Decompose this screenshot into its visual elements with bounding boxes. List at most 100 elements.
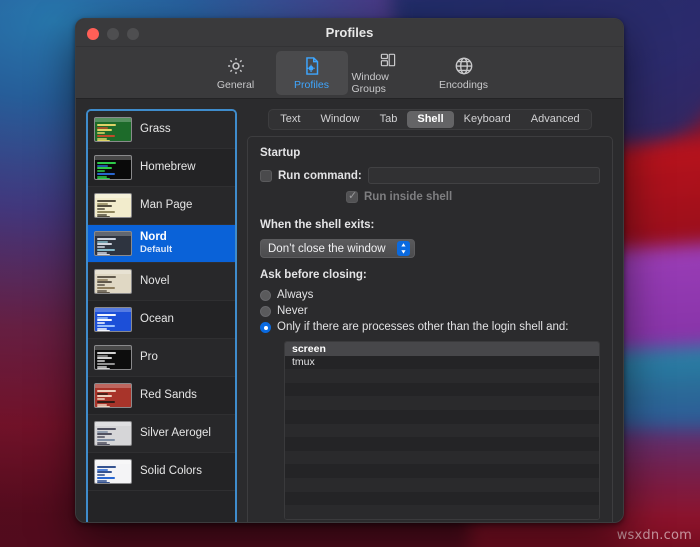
tab-shell[interactable]: Shell [407, 111, 454, 128]
startup-group-label: Startup [260, 147, 301, 159]
process-list[interactable]: screen tmux [284, 341, 600, 520]
process-list-empty-row[interactable] [285, 464, 599, 478]
toolbar-item-window-groups[interactable]: Window Groups [352, 51, 424, 95]
profiles-list-scroll[interactable]: Grass Homebrew Man Page Nord Default Novel Oce… [88, 111, 235, 522]
profile-name: Novel [140, 274, 170, 287]
profile-row[interactable]: Silver Aerogel [88, 415, 235, 453]
profile-name: Pro [140, 350, 158, 363]
process-list-empty-row[interactable] [285, 410, 599, 424]
profile-name: Nord [140, 231, 167, 244]
process-list-item[interactable]: screen [285, 342, 599, 356]
profile-thumbnail [94, 231, 132, 256]
globe-icon [455, 57, 472, 74]
toolbar-item-general[interactable]: General [200, 51, 272, 95]
process-list-empty-row[interactable] [285, 477, 599, 492]
tab-text[interactable]: Text [270, 111, 310, 128]
chevron-updown-icon: ▲ ▼ [397, 241, 410, 256]
run-command-input[interactable] [367, 167, 600, 184]
shell-exits-selected-value: Don’t close the window [268, 242, 386, 255]
process-list-empty-row[interactable] [285, 505, 599, 519]
profiles-preferences-window: Profiles General Profiles Window Groups … [75, 18, 624, 523]
profile-row[interactable]: Novel [88, 263, 235, 301]
profile-row[interactable]: Red Sands [88, 377, 235, 415]
profile-text: Novel [140, 275, 169, 288]
profile-text: Pro [140, 351, 158, 364]
run-command-label: Run command: [278, 169, 362, 182]
ask-before-closing-option[interactable]: Only if there are processes other than t… [260, 321, 600, 333]
profile-thumbnail [94, 345, 132, 370]
profile-row[interactable]: Grass [88, 111, 235, 149]
profile-settings-pane: Text Window Tab Shell Keyboard Advanced Start… [247, 109, 613, 522]
run-inside-shell-label: Run inside shell [364, 191, 453, 203]
gear-icon [227, 57, 244, 74]
process-list-empty-row[interactable] [285, 450, 599, 465]
process-list-empty-row[interactable] [285, 423, 599, 438]
profile-default-badge: Default [140, 243, 173, 255]
toolbar-label-profiles: Profiles [293, 78, 329, 91]
window-titlebar: Profiles [76, 19, 623, 47]
process-list-item[interactable]: tmux [285, 356, 599, 370]
profile-thumbnail [94, 117, 132, 142]
profile-text: Solid Colors [140, 465, 202, 478]
radio-button[interactable] [260, 289, 271, 301]
profile-name: Man Page [140, 198, 193, 211]
profile-thumbnail [94, 421, 132, 446]
profile-text: Man Page [140, 199, 192, 212]
tab-keyboard[interactable]: Keyboard [454, 111, 521, 128]
process-list-empty-row[interactable] [285, 396, 599, 410]
tab-window[interactable]: Window [310, 111, 369, 128]
profile-name: Ocean [140, 312, 174, 325]
toolbar-item-encodings[interactable]: Encodings [428, 51, 500, 95]
profile-thumbnail [94, 383, 132, 408]
radio-button[interactable] [260, 321, 271, 333]
settings-tabs[interactable]: Text Window Tab Shell Keyboard Advanced [268, 109, 592, 130]
radio-label: Only if there are processes other than t… [277, 321, 569, 333]
ask-before-closing-group-label: Ask before closing: [260, 269, 367, 281]
profile-name: Silver Aerogel [140, 426, 211, 439]
profile-text: Silver Aerogel [140, 427, 211, 440]
process-list-empty-row[interactable] [285, 383, 599, 397]
preferences-toolbar: General Profiles Window Groups Encodings [76, 47, 623, 99]
profile-row[interactable]: Pro [88, 339, 235, 377]
profile-name: Red Sands [140, 388, 197, 401]
profile-row[interactable]: Man Page [88, 187, 235, 225]
profiles-list[interactable]: Grass Homebrew Man Page Nord Default Novel Oce… [86, 109, 237, 522]
profile-thumbnail [94, 155, 132, 180]
process-list-empty-row[interactable] [285, 369, 599, 383]
shell-settings-panel: Startup Run command: Run inside shell Wh… [247, 136, 613, 522]
window-title: Profiles [325, 25, 374, 40]
run-inside-shell-row: Run inside shell [260, 189, 600, 203]
toolbar-label-encodings: Encodings [438, 78, 489, 91]
tab-advanced[interactable]: Advanced [521, 111, 590, 128]
shell-exits-dropdown[interactable]: Don’t close the window ▲ ▼ [260, 239, 415, 258]
profile-row[interactable]: Solid Colors [88, 453, 235, 491]
profile-thumbnail [94, 193, 132, 218]
process-rows[interactable]: screen tmux [285, 342, 599, 519]
profile-row[interactable]: Ocean [88, 301, 235, 339]
profile-thumbnail [94, 269, 132, 294]
process-list-empty-row[interactable] [285, 492, 599, 506]
profile-row[interactable]: Homebrew [88, 149, 235, 187]
shell-exits-group-label: When the shell exits: [260, 219, 375, 231]
toolbar-item-profiles[interactable]: Profiles [275, 50, 348, 95]
run-command-row: Run command: [260, 167, 600, 184]
run-inside-shell-checkbox [346, 189, 358, 203]
profile-thumbnail [94, 307, 132, 332]
profile-text: Nord Default [140, 231, 172, 255]
profile-row[interactable]: Nord Default [88, 225, 235, 263]
tab-tab[interactable]: Tab [370, 111, 408, 128]
profiles-sidebar: Grass Homebrew Man Page Nord Default Novel Oce… [86, 109, 237, 522]
profile-text: Red Sands [140, 389, 197, 402]
ask-before-closing-option[interactable]: Never [260, 305, 600, 317]
radio-label: Always [277, 289, 314, 301]
toolbar-label-window-groups: Window Groups [351, 70, 389, 95]
radio-label: Never [277, 305, 308, 317]
profile-name: Homebrew [140, 160, 196, 173]
ask-before-closing-option[interactable]: Always [260, 289, 600, 301]
site-watermark: wsxdn.com [616, 528, 692, 543]
toolbar-label-general: General [216, 78, 255, 91]
window-groups-icon [380, 53, 395, 66]
radio-button[interactable] [260, 305, 271, 317]
process-list-empty-row[interactable] [285, 437, 599, 451]
run-command-checkbox[interactable] [260, 169, 272, 182]
